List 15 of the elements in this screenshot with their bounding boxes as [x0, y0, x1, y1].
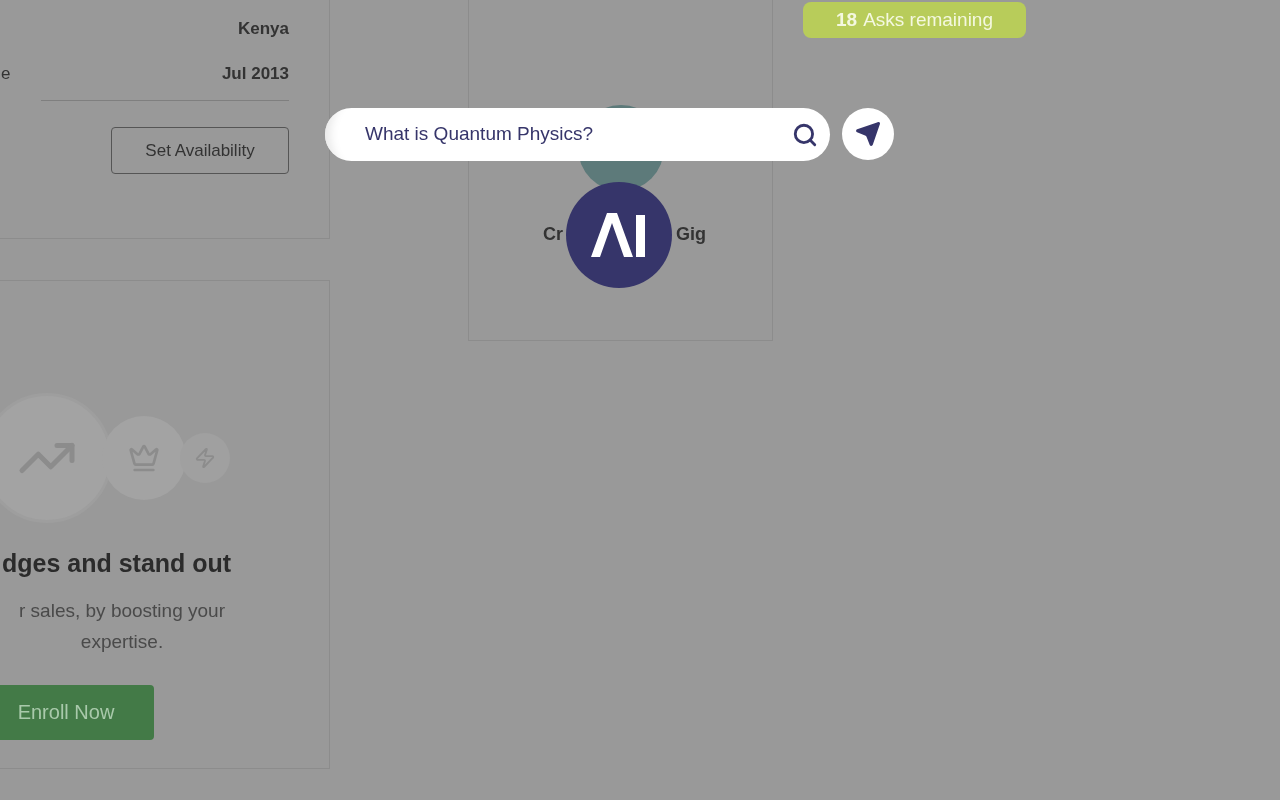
set-availability-button[interactable]: Set Availability	[111, 127, 289, 174]
row-value: Jul 2013	[221, 62, 289, 85]
row-value: Kenya	[237, 17, 289, 40]
send-button[interactable]	[842, 108, 894, 160]
search-icon[interactable]	[792, 121, 818, 148]
row-label: e	[1, 62, 11, 85]
search-bar[interactable]: What is Quantum Physics?	[325, 108, 830, 161]
asks-count: 18	[836, 7, 858, 32]
send-icon	[855, 121, 881, 147]
asks-label: Asks remaining	[863, 7, 993, 32]
badges-title: dges and stand out	[2, 548, 232, 579]
badges-description: r sales, by boosting your expertise.	[18, 598, 226, 654]
gig-label: Cr	[543, 223, 563, 246]
gig-label: Gig	[676, 223, 706, 246]
search-field[interactable]: What is Quantum Physics?	[365, 120, 792, 149]
